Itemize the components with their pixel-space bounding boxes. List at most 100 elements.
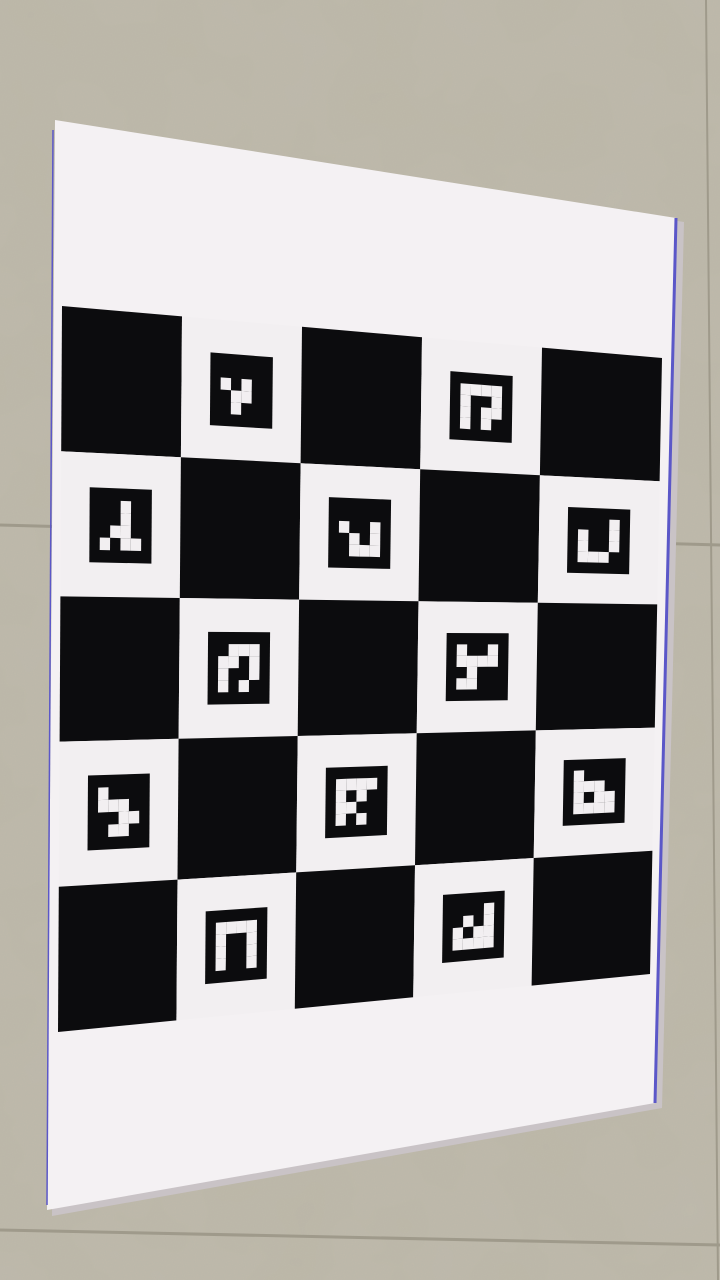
- marker-bit: [460, 394, 471, 407]
- black-square: [535, 602, 658, 731]
- marker-bit: [215, 922, 227, 935]
- marker-bit: [120, 525, 131, 539]
- marker-bit: [220, 377, 232, 391]
- marker-bit: [473, 925, 484, 938]
- marker-bit: [459, 417, 471, 430]
- aruco-marker: [207, 631, 271, 705]
- marker-bit: [249, 656, 260, 668]
- aruco-marker: [325, 765, 388, 839]
- marker-bit: [118, 798, 129, 812]
- black-square: [294, 865, 415, 1009]
- marker-bit: [108, 799, 119, 813]
- marker-border: [449, 371, 513, 443]
- aruco-marker: [209, 352, 273, 429]
- aruco-marker: [567, 507, 631, 575]
- marker-bit: [246, 919, 257, 933]
- marker-bit: [241, 378, 252, 392]
- marker-bit: [483, 936, 494, 949]
- photo-scene: [0, 0, 720, 1280]
- aruco-marker: [205, 907, 268, 985]
- marker-bit: [356, 778, 367, 791]
- marker-bit: [609, 519, 620, 531]
- marker-bit: [108, 824, 119, 837]
- marker-bit: [483, 913, 495, 926]
- marker-bit: [477, 655, 488, 667]
- marker-bit: [583, 780, 595, 793]
- marker-bit: [577, 529, 589, 541]
- marker-bit: [466, 666, 478, 679]
- marker-bit: [460, 383, 471, 396]
- marker-border: [209, 352, 273, 429]
- calibration-sheet: [46, 120, 684, 1216]
- marker-bit: [491, 408, 502, 420]
- marker-border: [205, 907, 268, 985]
- marker-bit: [98, 799, 109, 813]
- marker-bit: [346, 778, 357, 791]
- marker-bit: [218, 656, 229, 669]
- marker-bit: [241, 390, 252, 404]
- marker-bit: [99, 537, 111, 551]
- black-square: [415, 730, 536, 866]
- marker-bit: [130, 538, 142, 551]
- marker-bit: [118, 811, 129, 825]
- aruco-marker: [87, 773, 150, 851]
- marker-bit: [217, 680, 229, 693]
- aruco-marker: [328, 497, 392, 569]
- marker-bit: [460, 405, 471, 418]
- marker-bit: [456, 644, 468, 656]
- aruco-marker: [442, 890, 505, 963]
- marker-bit: [604, 790, 615, 803]
- black-square: [58, 879, 178, 1032]
- marker-border: [207, 631, 271, 705]
- marker-bit: [456, 678, 467, 690]
- marker-bit: [491, 396, 502, 409]
- marker-bit: [609, 530, 620, 542]
- black-square: [61, 306, 183, 458]
- marker-bit: [246, 943, 257, 957]
- aruco-marker: [449, 371, 513, 443]
- marker-bit: [573, 781, 584, 793]
- marker-bit: [338, 520, 350, 533]
- marker-bit: [470, 384, 482, 397]
- marker-bit: [487, 655, 498, 667]
- marker-bit: [110, 525, 121, 539]
- marker-bit: [215, 958, 226, 972]
- marker-bit: [370, 522, 381, 534]
- marker-bit: [594, 780, 605, 792]
- aruco-marker: [562, 758, 626, 826]
- marker-bit: [230, 402, 242, 415]
- marker-bit: [491, 385, 503, 398]
- aruco-marker: [445, 633, 509, 702]
- marker-bit: [246, 955, 257, 969]
- marker-bit: [573, 770, 585, 782]
- marker-bit: [120, 513, 131, 526]
- marker-bit: [473, 936, 484, 949]
- marker-bit: [462, 937, 474, 950]
- marker-bit: [215, 934, 227, 947]
- marker-bit: [456, 655, 467, 667]
- marker-bit: [369, 533, 381, 546]
- marker-bit: [369, 545, 381, 558]
- marker-bit: [359, 544, 370, 557]
- marker-bit: [228, 656, 239, 669]
- charuco-board: [58, 306, 662, 1032]
- marker-bit: [98, 787, 109, 801]
- marker-border: [328, 497, 392, 569]
- aruco-marker: [89, 487, 152, 564]
- marker-bit: [249, 668, 260, 680]
- marker-bit: [583, 802, 594, 814]
- black-square: [59, 596, 180, 742]
- marker-bit: [335, 778, 347, 791]
- marker-bit: [452, 927, 464, 940]
- marker-bit: [366, 777, 378, 790]
- marker-bit: [238, 680, 249, 693]
- marker-bit: [228, 644, 239, 657]
- black-square: [531, 850, 653, 986]
- black-square: [179, 457, 301, 600]
- marker-bit: [480, 418, 492, 431]
- marker-bit: [356, 812, 367, 825]
- marker-border: [325, 765, 388, 839]
- marker-bit: [120, 500, 132, 514]
- marker-bit: [349, 544, 360, 557]
- marker-bit: [593, 802, 605, 814]
